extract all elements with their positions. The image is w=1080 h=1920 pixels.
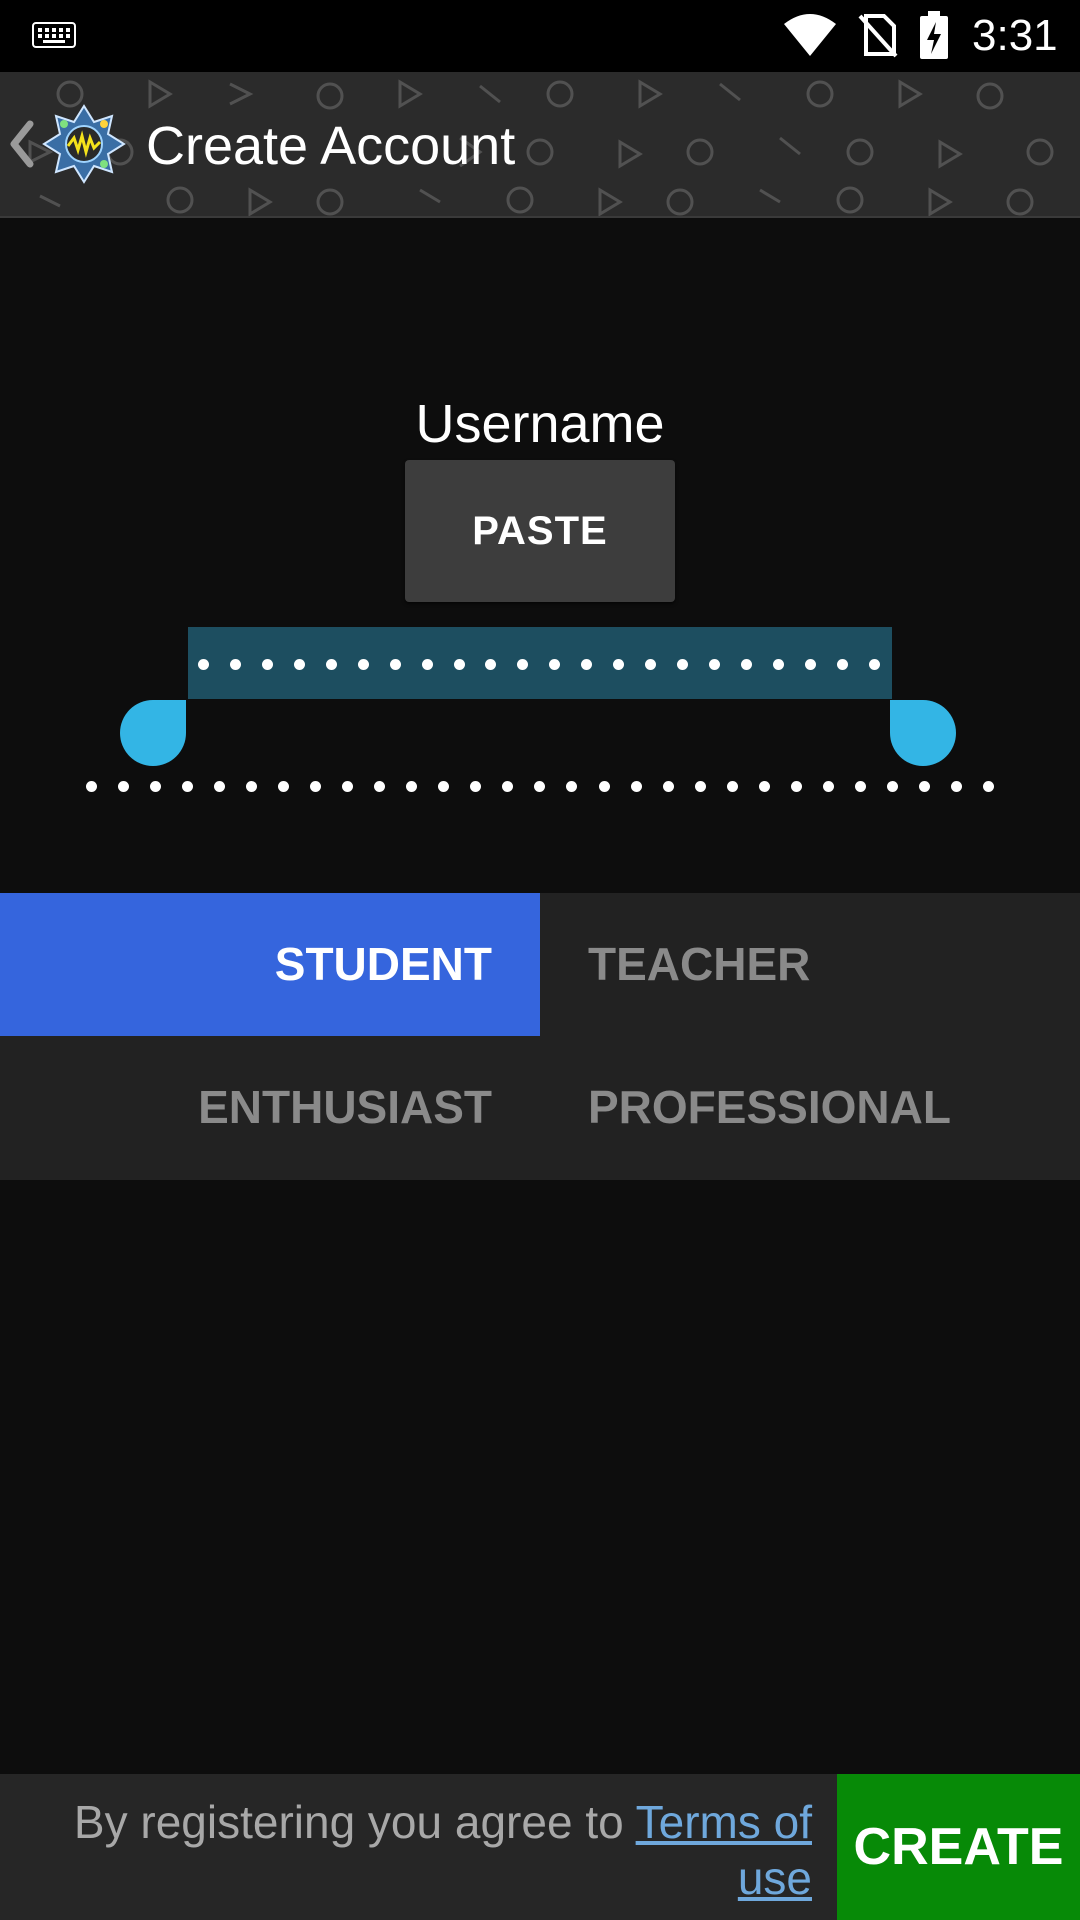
mask-dot <box>293 658 305 670</box>
role-teacher-option[interactable]: TEACHER <box>540 893 1080 1036</box>
underline-dot <box>726 780 738 792</box>
underline-dot <box>118 780 130 792</box>
mask-dot <box>325 658 337 670</box>
underline-dot <box>918 780 930 792</box>
underline-dot <box>310 780 322 792</box>
mask-dot <box>229 658 241 670</box>
mask-dot <box>421 658 433 670</box>
mask-dot <box>677 658 689 670</box>
no-sim-icon <box>858 14 898 58</box>
selection-handle-right[interactable] <box>890 700 956 766</box>
page-title: Create Account <box>146 116 516 176</box>
role-professional-option[interactable]: PROFESSIONAL <box>540 1036 1080 1179</box>
underline-dot <box>342 780 354 792</box>
underline-dot <box>502 780 514 792</box>
keyboard-icon <box>32 22 76 48</box>
underline-dot <box>150 780 162 792</box>
underline-dot <box>374 780 386 792</box>
mask-dot <box>357 658 369 670</box>
mask-dot <box>389 658 401 670</box>
underline-dot <box>278 780 290 792</box>
underline-dot <box>598 780 610 792</box>
clock: 3:31 <box>972 11 1058 60</box>
mask-dot <box>549 658 561 670</box>
underline-dot <box>182 780 194 792</box>
mask-dot <box>772 658 784 670</box>
underline-dot <box>86 780 97 792</box>
mask-dot <box>836 658 848 670</box>
underline-dot <box>438 780 450 792</box>
underline-dot <box>630 780 642 792</box>
underline-dot <box>246 780 258 792</box>
back-chevron-icon[interactable] <box>8 118 36 170</box>
mask-dot <box>198 658 209 670</box>
underline-dot <box>534 780 546 792</box>
underline-dot <box>214 780 226 792</box>
mask-dot <box>453 658 465 670</box>
underline-dot <box>822 780 834 792</box>
mask-dot <box>740 658 752 670</box>
mask-dot <box>709 658 720 670</box>
underline-dot <box>662 780 674 792</box>
underline-dot <box>694 780 706 792</box>
role-student-option[interactable]: STUDENT <box>0 893 540 1036</box>
battery-charging-icon <box>920 11 948 59</box>
mask-dot <box>261 658 273 670</box>
footer-bar: By registering you agree to Terms of use… <box>0 1774 1080 1920</box>
terms-prefix: By registering you agree to <box>73 1796 636 1848</box>
app-logo-icon[interactable] <box>42 102 126 186</box>
mask-dot <box>613 658 625 670</box>
underline-dot <box>886 780 898 792</box>
role-enthusiast-option[interactable]: ENTHUSIAST <box>0 1036 540 1179</box>
mask-dot <box>517 658 529 670</box>
terms-notice: By registering you agree to Terms of use <box>20 1794 812 1906</box>
username-label: Username <box>415 394 665 454</box>
underline-dot <box>982 780 994 792</box>
username-selected-text <box>198 658 880 670</box>
mask-dot <box>804 658 816 670</box>
create-button[interactable]: CREATE <box>837 1774 1080 1920</box>
mask-dot <box>581 658 593 670</box>
mask-dot <box>485 658 497 670</box>
mask-dot <box>645 658 657 670</box>
status-bar: 3:31 <box>0 0 1080 72</box>
underline-dot <box>406 780 418 792</box>
mask-dot <box>868 658 880 670</box>
selection-handle-left[interactable] <box>120 700 186 766</box>
terms-of-use-link[interactable]: Terms of use <box>636 1796 812 1904</box>
underline-dot <box>790 780 802 792</box>
underline-dot <box>854 780 866 792</box>
action-bar: Create Account <box>0 72 1080 218</box>
underline-dot <box>470 780 482 792</box>
role-selector: STUDENT TEACHER ENTHUSIAST PROFESSIONAL <box>0 893 1080 1180</box>
username-field-underline[interactable] <box>86 780 994 792</box>
underline-dot <box>950 780 962 792</box>
underline-dot <box>566 780 578 792</box>
wifi-icon <box>784 14 836 56</box>
paste-button[interactable]: PASTE <box>405 460 675 602</box>
underline-dot <box>758 780 770 792</box>
